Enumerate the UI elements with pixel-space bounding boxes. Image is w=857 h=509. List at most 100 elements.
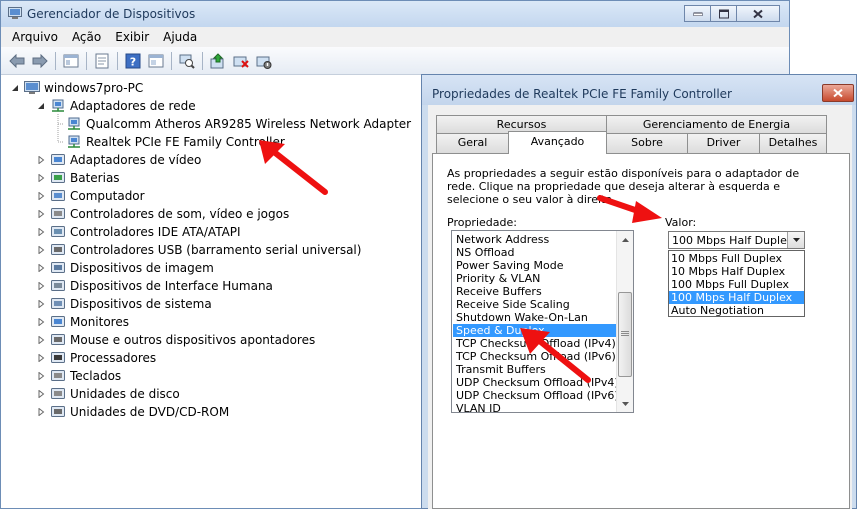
tree-category-label: Dispositivos de Interface Humana [70, 279, 273, 293]
tab-gerenciamento-energia[interactable]: Gerenciamento de Energia [606, 115, 827, 133]
expand-arrow-icon[interactable] [36, 282, 45, 291]
combobox-dropdown-button[interactable] [787, 232, 804, 248]
toolbar-separator [117, 51, 118, 70]
tree-category[interactable]: Monitores [36, 313, 129, 331]
update-driver-button[interactable] [208, 51, 228, 71]
tab-sobre[interactable]: Sobre [606, 133, 688, 153]
scroll-down-arrow-icon [621, 401, 629, 406]
tab-detalhes[interactable]: Detalhes [759, 133, 827, 153]
close-button[interactable] [736, 5, 780, 22]
maximize-button[interactable] [710, 5, 737, 22]
scroll-down-arrow[interactable] [617, 395, 633, 412]
tree-category-label: Controladores USB (barramento serial uni… [70, 243, 362, 257]
expand-arrow-icon[interactable] [36, 408, 45, 417]
disk-drive-icon [50, 387, 66, 401]
tree-category[interactable]: Unidades de DVD/CD-ROM [36, 403, 229, 421]
property-list-item[interactable]: Power Saving Mode [453, 259, 617, 272]
tab-avancado[interactable]: Avançado [508, 131, 607, 154]
properties-icon [95, 53, 109, 68]
display-adapter-icon [50, 153, 66, 167]
expand-arrow-icon[interactable] [36, 156, 45, 165]
tree-category-label: Baterias [70, 171, 120, 185]
value-option[interactable]: 10 Mbps Full Duplex [669, 252, 804, 265]
value-option[interactable]: Auto Negotiation [669, 304, 804, 317]
tree-category[interactable]: Controladores USB (barramento serial uni… [36, 241, 361, 259]
tree-category[interactable]: Adaptadores de vídeo [36, 151, 201, 169]
toolbar: ? [1, 47, 789, 75]
tree-category-label: Unidades de disco [70, 387, 180, 401]
property-list-item[interactable]: Receive Side Scaling [453, 298, 617, 311]
menu-exibir[interactable]: Exibir [108, 30, 156, 44]
tree-category[interactable]: Controladores IDE ATA/ATAPI [36, 223, 241, 241]
expand-arrow-icon[interactable] [36, 210, 45, 219]
property-list-item[interactable]: Priority & VLAN [453, 272, 617, 285]
forward-button[interactable] [30, 51, 50, 71]
value-combobox[interactable]: 100 Mbps Half Duplex [668, 231, 805, 249]
expand-arrow-icon[interactable] [36, 336, 45, 345]
toolbar-separator [171, 51, 172, 70]
property-list-item[interactable]: Network Address [453, 233, 617, 246]
dialog-title: Propriedades de Realtek PCIe FE Family C… [432, 87, 732, 101]
scroll-thumb[interactable] [618, 292, 632, 377]
expand-arrow-icon[interactable] [36, 300, 45, 309]
keyboard-icon [50, 369, 66, 383]
tree-category[interactable]: Processadores [36, 349, 156, 367]
view-button[interactable] [146, 51, 166, 71]
tree-category[interactable]: Controladores de som, vídeo e jogos [36, 205, 289, 223]
imaging-device-icon [50, 261, 66, 275]
tree-category[interactable]: Computador [36, 187, 145, 205]
grip-icon [621, 331, 629, 336]
menu-acao[interactable]: Ação [65, 30, 108, 44]
back-button[interactable] [7, 51, 27, 71]
expand-arrow-icon[interactable] [36, 372, 45, 381]
value-dropdown-list[interactable]: 10 Mbps Full Duplex 10 Mbps Half Duplex 10… [668, 250, 805, 317]
expand-arrow-icon[interactable] [36, 318, 45, 327]
scan-hardware-button[interactable] [177, 51, 197, 71]
minimize-button[interactable] [684, 5, 711, 22]
tree-device-label: Qualcomm Atheros AR9285 Wireless Network… [86, 117, 412, 131]
properties-button[interactable] [92, 51, 112, 71]
value-option[interactable]: 100 Mbps Full Duplex [669, 278, 804, 291]
scroll-up-arrow[interactable] [617, 231, 633, 248]
expand-arrow-icon[interactable] [36, 192, 45, 201]
value-option[interactable]: 100 Mbps Half Duplex [669, 291, 804, 304]
tree-category[interactable]: Dispositivos de Interface Humana [36, 277, 273, 295]
uninstall-button[interactable] [231, 51, 251, 71]
ide-controller-icon [50, 225, 66, 239]
device-tree: windows7pro-PC Adaptadores de rede Qualc… [2, 76, 422, 508]
value-option[interactable]: 10 Mbps Half Duplex [669, 265, 804, 278]
tree-device-wireless[interactable]: Qualcomm Atheros AR9285 Wireless Network… [66, 115, 411, 133]
tree-category[interactable]: Dispositivos de sistema [36, 295, 212, 313]
tree-category-label: Teclados [70, 369, 122, 383]
expand-arrow-icon[interactable] [36, 228, 45, 237]
tree-device-realtek[interactable]: Realtek PCIe FE Family Controller [66, 133, 285, 151]
expand-arrow-icon[interactable] [36, 354, 45, 363]
menu-arquivo[interactable]: Arquivo [5, 30, 65, 44]
expand-arrow-icon[interactable] [36, 390, 45, 399]
help-button[interactable]: ? [123, 51, 143, 71]
tree-category[interactable]: Mouse e outros dispositivos apontadores [36, 331, 315, 349]
property-list-item[interactable]: Receive Buffers [453, 285, 617, 298]
property-list-item[interactable]: NS Offload [453, 246, 617, 259]
property-list-item[interactable]: UDP Checksum Offload (IPv6) [453, 389, 619, 402]
tree-category[interactable]: Baterias [36, 169, 120, 187]
tree-category[interactable]: Unidades de disco [36, 385, 180, 403]
device-manager-titlebar[interactable]: Gerenciador de Dispositivos [1, 1, 789, 27]
tab-driver[interactable]: Driver [687, 133, 760, 153]
tree-category[interactable]: Dispositivos de imagem [36, 259, 214, 277]
expand-arrow-icon[interactable] [36, 246, 45, 255]
property-list-item[interactable]: Shutdown Wake-On-Lan [453, 311, 617, 324]
property-list-scrollbar[interactable] [616, 231, 633, 412]
dialog-titlebar[interactable]: Propriedades de Realtek PCIe FE Family C… [422, 75, 856, 105]
dialog-close-button[interactable] [822, 84, 854, 102]
menu-ajuda[interactable]: Ajuda [156, 30, 204, 44]
expand-arrow-icon[interactable] [36, 264, 45, 273]
up-level-button[interactable] [61, 51, 81, 71]
tree-category-label: Dispositivos de sistema [70, 297, 212, 311]
tab-geral[interactable]: Geral [436, 133, 509, 153]
disable-device-button[interactable] [254, 51, 274, 71]
chevron-down-icon [792, 238, 800, 242]
tree-category[interactable]: Teclados [36, 367, 121, 385]
property-list-item[interactable]: VLAN ID [453, 402, 617, 412]
expand-arrow-icon[interactable] [36, 174, 45, 183]
